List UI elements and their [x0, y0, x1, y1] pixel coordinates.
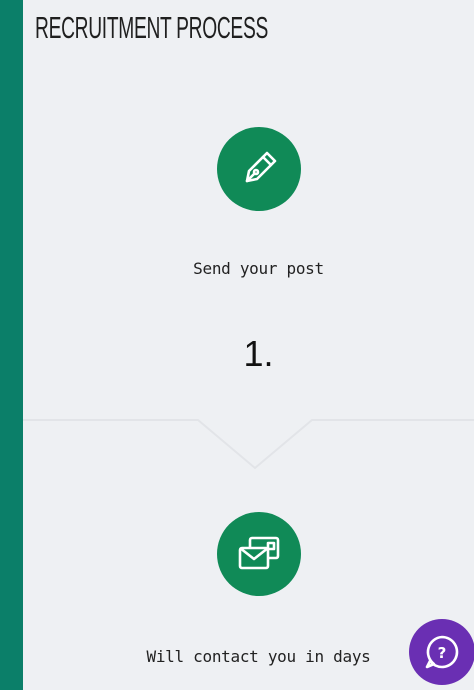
pen-nib-icon: [217, 127, 301, 211]
help-chat-icon: ?: [425, 635, 459, 669]
step-divider: [23, 419, 474, 470]
step-1-label: Send your post: [193, 259, 324, 278]
recruitment-panel: RECRUITMENT PROCESS Send your post 1. Wi…: [23, 0, 474, 690]
step-2-label: Will contact you in days: [146, 647, 371, 666]
mail-card-icon: [217, 512, 301, 596]
help-chat-button[interactable]: ?: [409, 619, 474, 685]
step-1-number: 1.: [243, 333, 274, 374]
page-title: RECRUITMENT PROCESS: [35, 10, 268, 45]
help-glyph: ?: [438, 644, 447, 662]
